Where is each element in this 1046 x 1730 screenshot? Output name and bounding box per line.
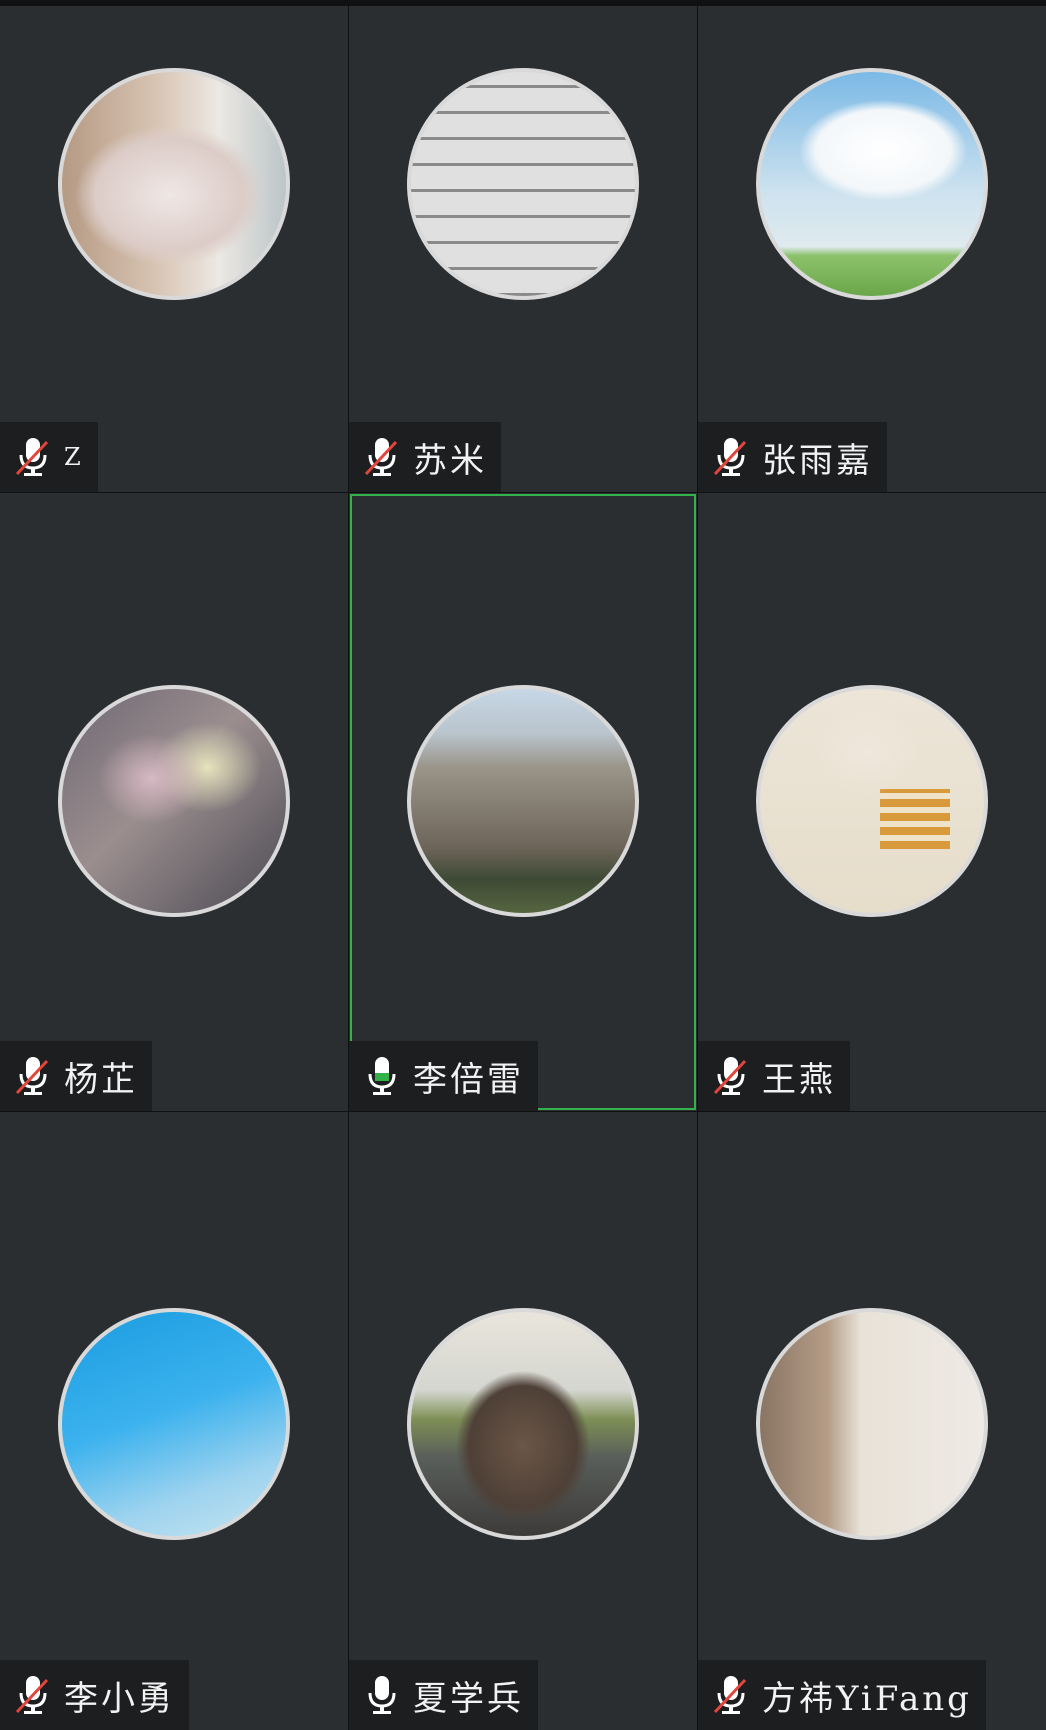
mic-muted-icon xyxy=(364,438,398,476)
avatar xyxy=(58,68,290,300)
name-tag: 苏米 xyxy=(349,422,501,492)
name-tag: 杨芷 xyxy=(0,1041,152,1111)
avatar xyxy=(407,685,639,917)
mic-muted-icon xyxy=(713,1676,747,1714)
mic-muted-icon xyxy=(15,1057,49,1095)
avatar xyxy=(58,685,290,917)
participant-tile[interactable]: 王燕 xyxy=(698,493,1046,1111)
avatar xyxy=(407,1308,639,1540)
name-tag: 方祎YiFang xyxy=(698,1660,986,1730)
participant-name: 张雨嘉 xyxy=(762,440,873,481)
avatar xyxy=(756,68,988,300)
name-tag: 李倍雷 xyxy=(349,1041,538,1111)
avatar xyxy=(58,1308,290,1540)
mic-muted-icon xyxy=(15,438,49,476)
participant-tile[interactable]: 苏米 xyxy=(349,6,697,492)
participant-name: Z xyxy=(64,443,84,471)
mic-muted-icon xyxy=(713,1057,747,1095)
participant-name: 王燕 xyxy=(762,1059,836,1100)
avatar xyxy=(407,68,639,300)
name-tag: Z xyxy=(0,422,98,492)
participant-name: 李倍雷 xyxy=(413,1059,524,1100)
participant-tile[interactable]: 张雨嘉 xyxy=(698,6,1046,492)
participant-name: 苏米 xyxy=(413,440,487,481)
name-tag: 王燕 xyxy=(698,1041,850,1111)
mic-muted-icon xyxy=(713,438,747,476)
name-tag: 李小勇 xyxy=(0,1660,189,1730)
participant-tile[interactable]: 杨芷 xyxy=(0,493,348,1111)
name-tag: 夏学兵 xyxy=(349,1660,538,1730)
participant-tile[interactable]: 方祎YiFang xyxy=(698,1112,1046,1730)
name-tag: 张雨嘉 xyxy=(698,422,887,492)
mic-icon xyxy=(368,1676,396,1714)
participant-tile-active-speaker[interactable]: 李倍雷 xyxy=(349,493,697,1111)
participant-grid: Z 苏米 张雨嘉 杨芷 李倍雷 王燕 李小勇 夏学兵 方祎YiFang xyxy=(0,6,1046,1730)
participant-name: 李小勇 xyxy=(64,1678,175,1719)
avatar xyxy=(756,685,988,917)
avatar xyxy=(756,1308,988,1540)
participant-name: 方祎YiFang xyxy=(762,1678,972,1719)
participant-name: 杨芷 xyxy=(64,1059,138,1100)
participant-tile[interactable]: 李小勇 xyxy=(0,1112,348,1730)
mic-active-icon xyxy=(368,1057,396,1095)
mic-muted-icon xyxy=(15,1676,49,1714)
participant-tile[interactable]: 夏学兵 xyxy=(349,1112,697,1730)
participant-tile[interactable]: Z xyxy=(0,6,348,492)
participant-name: 夏学兵 xyxy=(413,1678,524,1719)
